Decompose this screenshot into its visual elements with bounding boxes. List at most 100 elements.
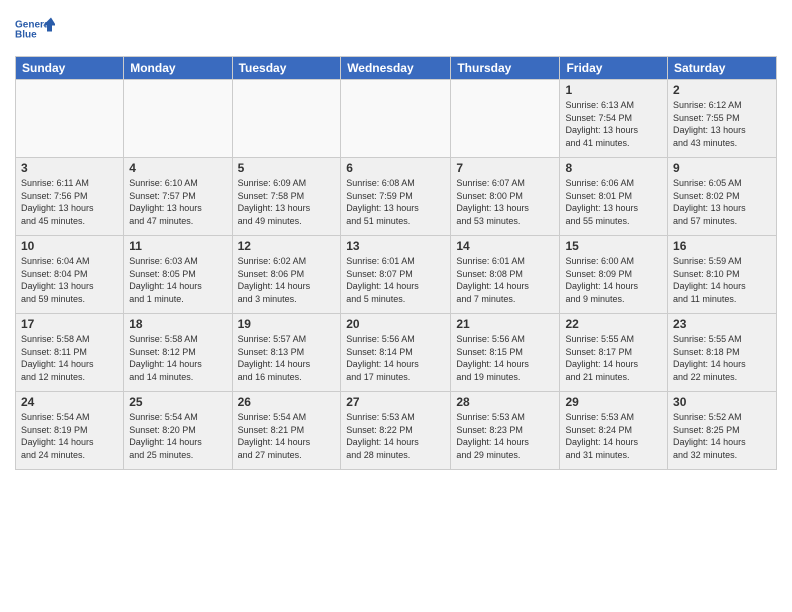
- table-row: [341, 80, 451, 158]
- col-tuesday: Tuesday: [232, 57, 341, 80]
- table-row: 30 Sunrise: 5:52 AM Sunset: 8:25 PM Dayli…: [668, 392, 777, 470]
- logo-icon: General Blue: [15, 10, 55, 48]
- cell-info: Sunrise: 6:08 AM Sunset: 7:59 PM Dayligh…: [346, 177, 445, 227]
- table-row: 17Sunrise: 5:58 AM Sunset: 8:11 PM Dayli…: [16, 314, 124, 392]
- table-row: 27 Sunrise: 5:53 AM Sunset: 8:22 PM Dayli…: [341, 392, 451, 470]
- table-row: [124, 80, 232, 158]
- cell-info: Sunrise: 6:07 AM Sunset: 8:00 PM Dayligh…: [456, 177, 554, 227]
- cell-info: Sunrise: 5:54 AM Sunset: 8:19 PM Dayligh…: [21, 411, 118, 461]
- day-number: 29: [565, 395, 662, 409]
- calendar-row: 24 Sunrise: 5:54 AM Sunset: 8:19 PM Dayli…: [16, 392, 777, 470]
- col-sunday: Sunday: [16, 57, 124, 80]
- day-number: 2: [673, 83, 771, 97]
- table-row: 26 Sunrise: 5:54 AM Sunset: 8:21 PM Dayli…: [232, 392, 341, 470]
- table-row: 9 Sunrise: 6:05 AM Sunset: 8:02 PM Daylig…: [668, 158, 777, 236]
- day-number: 18: [129, 317, 226, 331]
- day-number: 23: [673, 317, 771, 331]
- day-number: 5: [238, 161, 336, 175]
- page: General Blue Sunday Monday Tuesday Wedne…: [0, 0, 792, 612]
- table-row: 4Sunrise: 6:10 AM Sunset: 7:57 PM Daylig…: [124, 158, 232, 236]
- table-row: 7 Sunrise: 6:07 AM Sunset: 8:00 PM Daylig…: [451, 158, 560, 236]
- logo: General Blue: [15, 10, 55, 48]
- col-monday: Monday: [124, 57, 232, 80]
- svg-text:Blue: Blue: [15, 30, 37, 41]
- cell-info: Sunrise: 6:04 AM Sunset: 8:04 PM Dayligh…: [21, 255, 118, 305]
- day-number: 25: [129, 395, 226, 409]
- table-row: 25 Sunrise: 5:54 AM Sunset: 8:20 PM Dayli…: [124, 392, 232, 470]
- cell-info: Sunrise: 5:54 AM Sunset: 8:20 PM Dayligh…: [129, 411, 226, 461]
- cell-info: Sunrise: 5:52 AM Sunset: 8:25 PM Dayligh…: [673, 411, 771, 461]
- col-thursday: Thursday: [451, 57, 560, 80]
- cell-info: Sunrise: 5:56 AM Sunset: 8:15 PM Dayligh…: [456, 333, 554, 383]
- table-row: 5Sunrise: 6:09 AM Sunset: 7:58 PM Daylig…: [232, 158, 341, 236]
- day-number: 9: [673, 161, 771, 175]
- cell-info: Sunrise: 6:01 AM Sunset: 8:07 PM Dayligh…: [346, 255, 445, 305]
- col-wednesday: Wednesday: [341, 57, 451, 80]
- day-number: 6: [346, 161, 445, 175]
- cell-info: Sunrise: 5:53 AM Sunset: 8:24 PM Dayligh…: [565, 411, 662, 461]
- cell-info: Sunrise: 6:06 AM Sunset: 8:01 PM Dayligh…: [565, 177, 662, 227]
- day-number: 27: [346, 395, 445, 409]
- cell-info: Sunrise: 6:00 AM Sunset: 8:09 PM Dayligh…: [565, 255, 662, 305]
- day-number: 15: [565, 239, 662, 253]
- table-row: [232, 80, 341, 158]
- table-row: 8Sunrise: 6:06 AM Sunset: 8:01 PM Daylig…: [560, 158, 668, 236]
- cell-info: Sunrise: 5:59 AM Sunset: 8:10 PM Dayligh…: [673, 255, 771, 305]
- table-row: 16 Sunrise: 5:59 AM Sunset: 8:10 PM Dayli…: [668, 236, 777, 314]
- table-row: 19 Sunrise: 5:57 AM Sunset: 8:13 PM Dayli…: [232, 314, 341, 392]
- col-saturday: Saturday: [668, 57, 777, 80]
- day-number: 14: [456, 239, 554, 253]
- cell-info: Sunrise: 5:54 AM Sunset: 8:21 PM Dayligh…: [238, 411, 336, 461]
- day-number: 7: [456, 161, 554, 175]
- cell-info: Sunrise: 5:58 AM Sunset: 8:12 PM Dayligh…: [129, 333, 226, 383]
- table-row: 3 Sunrise: 6:11 AM Sunset: 7:56 PM Daylig…: [16, 158, 124, 236]
- cell-info: Sunrise: 5:55 AM Sunset: 8:18 PM Dayligh…: [673, 333, 771, 383]
- cell-info: Sunrise: 5:53 AM Sunset: 8:22 PM Dayligh…: [346, 411, 445, 461]
- header: General Blue: [15, 10, 777, 48]
- cell-info: Sunrise: 5:55 AM Sunset: 8:17 PM Dayligh…: [565, 333, 662, 383]
- table-row: 6 Sunrise: 6:08 AM Sunset: 7:59 PM Daylig…: [341, 158, 451, 236]
- day-number: 24: [21, 395, 118, 409]
- table-row: 21 Sunrise: 5:56 AM Sunset: 8:15 PM Dayli…: [451, 314, 560, 392]
- cell-info: Sunrise: 5:57 AM Sunset: 8:13 PM Dayligh…: [238, 333, 336, 383]
- table-row: 22 Sunrise: 5:55 AM Sunset: 8:17 PM Dayli…: [560, 314, 668, 392]
- day-number: 4: [129, 161, 226, 175]
- day-number: 21: [456, 317, 554, 331]
- table-row: 13 Sunrise: 6:01 AM Sunset: 8:07 PM Dayli…: [341, 236, 451, 314]
- day-number: 3: [21, 161, 118, 175]
- day-number: 20: [346, 317, 445, 331]
- day-number: 16: [673, 239, 771, 253]
- cell-info: Sunrise: 6:05 AM Sunset: 8:02 PM Dayligh…: [673, 177, 771, 227]
- day-number: 19: [238, 317, 336, 331]
- table-row: 15 Sunrise: 6:00 AM Sunset: 8:09 PM Dayli…: [560, 236, 668, 314]
- day-number: 26: [238, 395, 336, 409]
- cell-info: Sunrise: 6:01 AM Sunset: 8:08 PM Dayligh…: [456, 255, 554, 305]
- day-number: 30: [673, 395, 771, 409]
- cell-info: Sunrise: 6:11 AM Sunset: 7:56 PM Dayligh…: [21, 177, 118, 227]
- table-row: [451, 80, 560, 158]
- calendar-row: 10 Sunrise: 6:04 AM Sunset: 8:04 PM Dayli…: [16, 236, 777, 314]
- table-row: 24 Sunrise: 5:54 AM Sunset: 8:19 PM Dayli…: [16, 392, 124, 470]
- day-number: 1: [565, 83, 662, 97]
- day-number: 13: [346, 239, 445, 253]
- calendar-header-row: Sunday Monday Tuesday Wednesday Thursday…: [16, 57, 777, 80]
- calendar-table: Sunday Monday Tuesday Wednesday Thursday…: [15, 56, 777, 470]
- col-friday: Friday: [560, 57, 668, 80]
- table-row: [16, 80, 124, 158]
- table-row: 29 Sunrise: 5:53 AM Sunset: 8:24 PM Dayli…: [560, 392, 668, 470]
- cell-info: Sunrise: 6:12 AM Sunset: 7:55 PM Dayligh…: [673, 99, 771, 149]
- day-number: 12: [238, 239, 336, 253]
- table-row: 10 Sunrise: 6:04 AM Sunset: 8:04 PM Dayli…: [16, 236, 124, 314]
- cell-info: Sunrise: 5:58 AM Sunset: 8:11 PM Dayligh…: [21, 333, 118, 383]
- table-row: 23 Sunrise: 5:55 AM Sunset: 8:18 PM Dayli…: [668, 314, 777, 392]
- cell-info: Sunrise: 6:13 AM Sunset: 7:54 PM Dayligh…: [565, 99, 662, 149]
- table-row: 28Sunrise: 5:53 AM Sunset: 8:23 PM Dayli…: [451, 392, 560, 470]
- table-row: 14 Sunrise: 6:01 AM Sunset: 8:08 PM Dayli…: [451, 236, 560, 314]
- calendar-row: 3 Sunrise: 6:11 AM Sunset: 7:56 PM Daylig…: [16, 158, 777, 236]
- day-number: 28: [456, 395, 554, 409]
- table-row: 20Sunrise: 5:56 AM Sunset: 8:14 PM Dayli…: [341, 314, 451, 392]
- table-row: 12Sunrise: 6:02 AM Sunset: 8:06 PM Dayli…: [232, 236, 341, 314]
- calendar-row: 17Sunrise: 5:58 AM Sunset: 8:11 PM Dayli…: [16, 314, 777, 392]
- day-number: 22: [565, 317, 662, 331]
- day-number: 10: [21, 239, 118, 253]
